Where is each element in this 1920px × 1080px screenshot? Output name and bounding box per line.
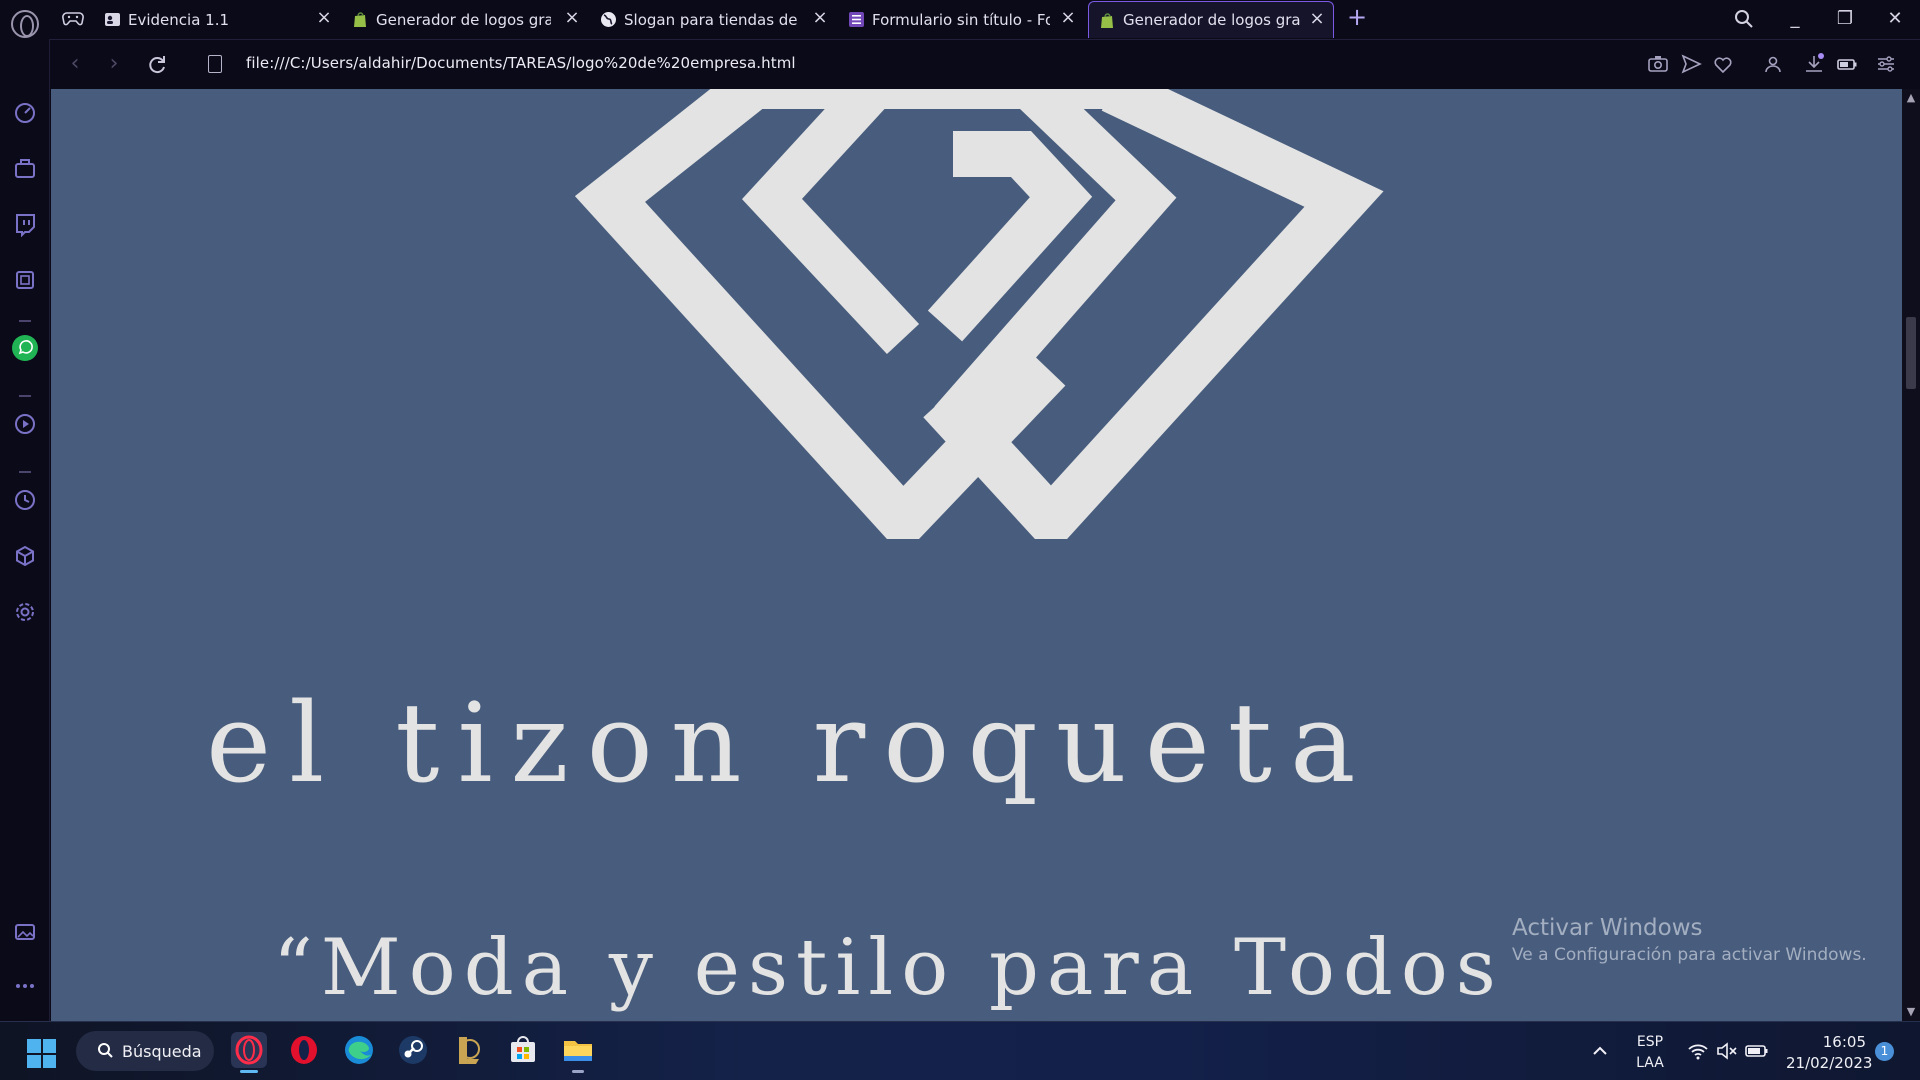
tab-bar: Evidencia 1.1 × Generador de logos gratu… (0, 0, 1920, 39)
restore-button[interactable]: ❐ (1825, 4, 1865, 34)
watermark-subtitle: Ve a Configuración para activar Windows. (1512, 945, 1867, 965)
sidebar-divider (19, 471, 31, 473)
profile-icon[interactable] (1762, 53, 1784, 75)
shopify-bag-icon (1101, 12, 1113, 28)
slogan: “Moda y estilo para Todos (273, 923, 1504, 1013)
battery-icon[interactable] (1745, 1042, 1769, 1060)
close-window-button[interactable]: ✕ (1875, 4, 1915, 34)
sidebar-divider (19, 395, 31, 397)
tab-evidencia[interactable]: Evidencia 1.1 × (104, 1, 340, 38)
brand-name: el tizon roqueta (206, 679, 1374, 807)
send-arrow-icon[interactable] (1680, 53, 1702, 75)
download-icon[interactable] (1803, 53, 1825, 75)
easy-setup-icon[interactable] (1875, 53, 1897, 75)
active-indicator (240, 1070, 258, 1073)
close-tab-icon[interactable]: × (564, 9, 580, 27)
taskbar-search[interactable]: Búsqueda (76, 1031, 214, 1071)
file-page-icon (208, 55, 222, 73)
windows-activation-watermark: Activar Windows Ve a Configuración para … (1512, 915, 1867, 965)
back-button[interactable]: ‹ (62, 52, 88, 78)
close-tab-icon[interactable]: × (316, 9, 332, 27)
more-options-icon[interactable] (12, 973, 38, 999)
wallpaper-icon[interactable] (12, 919, 38, 945)
microsoft-store-icon[interactable] (505, 1032, 541, 1068)
sidebar-divider (19, 320, 31, 322)
windows-start-icon[interactable] (27, 1039, 56, 1068)
tab-generador-logos-active[interactable]: Generador de logos gratuito × (1088, 1, 1334, 38)
url-field[interactable]: file:///C:/Users/aldahir/Documents/TAREA… (246, 54, 796, 72)
clock-time: 16:05 (1822, 1033, 1866, 1051)
person-card-icon (105, 13, 120, 26)
search-tabs-icon[interactable] (1730, 4, 1758, 34)
diamond-logo (574, 89, 1384, 539)
shopify-bag-icon (354, 12, 366, 27)
watermark-title: Activar Windows (1512, 915, 1703, 941)
snapshot-camera-icon[interactable] (1647, 53, 1669, 75)
notification-badge[interactable]: 1 (1875, 1042, 1894, 1061)
opera-gx-menu-icon[interactable] (11, 10, 39, 38)
forward-button[interactable]: › (101, 52, 127, 78)
opera-gx-icon[interactable] (231, 1032, 267, 1073)
scroll-down-arrow[interactable]: ▼ (1904, 1005, 1918, 1019)
wifi-icon[interactable] (1687, 1042, 1709, 1060)
player-icon[interactable] (12, 411, 38, 437)
scroll-up-arrow[interactable]: ▲ (1904, 91, 1918, 105)
close-tab-icon[interactable]: × (1309, 10, 1325, 28)
speed-dial-icon[interactable] (12, 99, 38, 125)
steam-icon[interactable] (395, 1032, 431, 1068)
file-explorer-icon[interactable] (560, 1032, 596, 1073)
language-code: ESP (1636, 1034, 1664, 1050)
tab-formulario[interactable]: Formulario sin título - Formularios × (848, 1, 1084, 38)
close-tab-icon[interactable]: × (812, 9, 828, 27)
tab-title: Generador de logos gratuito (376, 10, 551, 29)
input-language[interactable]: ESP LAA (1628, 1032, 1672, 1074)
gx-control-icon[interactable] (12, 267, 38, 293)
minimize-button[interactable]: _ (1775, 4, 1815, 34)
extensions-cube-icon[interactable] (12, 543, 38, 569)
reload-icon[interactable] (144, 52, 170, 78)
tab-title: Evidencia 1.1 (128, 10, 230, 29)
search-label: Búsqueda (122, 1041, 202, 1061)
bookmark-heart-icon[interactable] (1712, 53, 1734, 75)
address-bar: ‹ › file:///C:/Users/aldahir/Documents/T… (50, 39, 1920, 89)
system-clock[interactable]: 16:05 21/02/2023 (1786, 1032, 1873, 1074)
settings-gear-icon[interactable] (12, 599, 38, 625)
tab-title: Slogan para tiendas de Ropa (624, 10, 802, 29)
volume-muted-icon[interactable] (1716, 1042, 1738, 1060)
search-icon (98, 1043, 113, 1058)
running-indicator (572, 1070, 584, 1073)
forms-list-icon (849, 12, 864, 27)
gamepad-icon[interactable] (62, 9, 84, 27)
new-tab-button[interactable]: + (1344, 4, 1370, 30)
gx-corner-icon[interactable] (12, 155, 38, 181)
battery-saver-icon[interactable] (1836, 53, 1858, 75)
league-of-legends-icon[interactable] (450, 1032, 486, 1068)
twitch-icon[interactable] (12, 211, 38, 237)
globe-icon (601, 12, 616, 27)
edge-icon[interactable] (341, 1032, 377, 1068)
opera-icon[interactable] (286, 1032, 322, 1068)
tab-title: Formulario sin título - Formularios (872, 10, 1050, 29)
tab-title: Generador de logos gratuito (1123, 11, 1301, 29)
whatsapp-icon[interactable] (12, 335, 38, 361)
history-icon[interactable] (12, 487, 38, 513)
close-tab-icon[interactable]: × (1060, 9, 1076, 27)
layout-code: LAA (1636, 1055, 1664, 1071)
show-hidden-icons-chevron[interactable] (1591, 1043, 1609, 1059)
tab-slogan[interactable]: Slogan para tiendas de Ropa × (600, 1, 836, 38)
vertical-scrollbar[interactable]: ▲ ▼ (1902, 89, 1920, 1021)
clock-date: 21/02/2023 (1786, 1054, 1873, 1072)
scrollbar-thumb[interactable] (1906, 317, 1916, 389)
sidebar (0, 39, 50, 1021)
page-content: el tizon roqueta “Moda y estilo para Tod… (51, 89, 1902, 1021)
taskbar: Búsqueda ESP LAA 16:05 21/02/2023 1 (0, 1021, 1920, 1080)
tab-generador-logos-1[interactable]: Generador de logos gratuito × (352, 1, 588, 38)
